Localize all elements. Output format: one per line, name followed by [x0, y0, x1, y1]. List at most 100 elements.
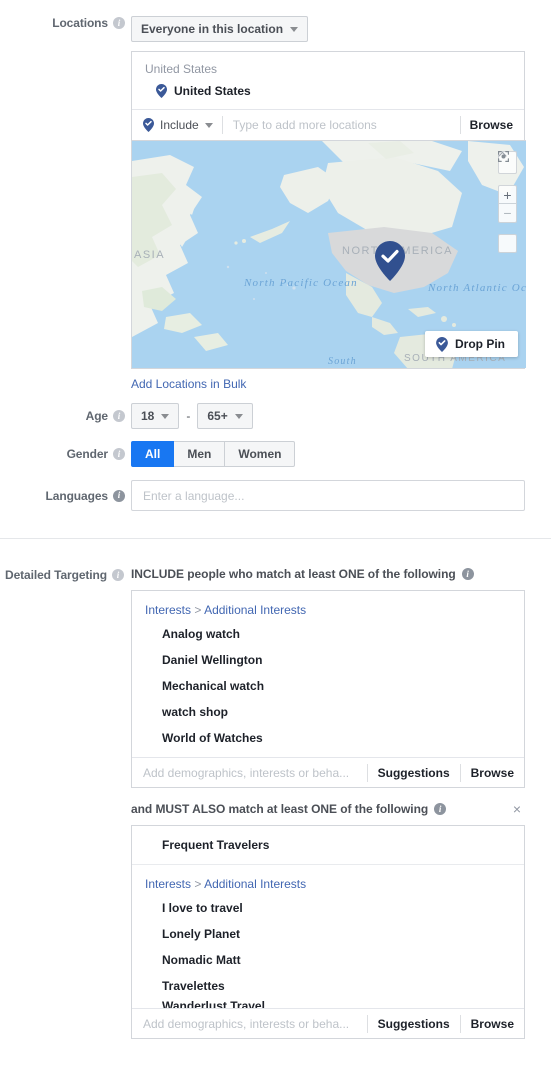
list-item[interactable]: Lonely Planet [132, 921, 524, 947]
close-icon[interactable]: × [509, 802, 525, 816]
breadcrumb-leaf: Additional Interests [204, 603, 307, 617]
selected-location-item[interactable]: United States [132, 80, 524, 109]
detailed-targeting-label: Detailed Targeting [5, 568, 107, 582]
browse-button[interactable]: Browse [461, 1017, 524, 1031]
include-targeting-list: Interests > Additional Interests Analog … [132, 591, 524, 757]
drop-pin-button[interactable]: Drop Pin [425, 331, 518, 357]
chevron-down-icon [161, 413, 170, 419]
info-icon[interactable]: i [434, 803, 447, 815]
location-scope-dropdown[interactable]: Everyone in this location [131, 16, 309, 42]
gender-toggle-group: All Men Women [131, 441, 296, 467]
gender-label: Gender [66, 447, 109, 461]
map-pin-icon [156, 84, 167, 98]
locations-browse-button[interactable]: Browse [461, 118, 524, 132]
gender-option-all[interactable]: All [131, 441, 175, 467]
info-icon[interactable]: i [113, 448, 125, 460]
list-item[interactable]: Mechanical watch [132, 673, 524, 699]
languages-label-group: Languages i [0, 480, 131, 511]
must-also-targeting-input[interactable] [132, 1016, 367, 1031]
browse-button[interactable]: Browse [461, 766, 524, 780]
languages-control [131, 480, 551, 511]
must-also-heading: and MUST ALSO match at least ONE of the … [131, 802, 509, 816]
locations-label-group: Locations i [0, 16, 131, 30]
breadcrumb[interactable]: Interests > Additional Interests [132, 865, 524, 895]
location-input-row: Include Browse [132, 109, 524, 140]
info-icon[interactable]: i [113, 489, 125, 502]
info-icon[interactable]: i [113, 17, 125, 29]
zoom-in-button[interactable]: + [498, 185, 517, 204]
must-also-input-row: Suggestions Browse [132, 1008, 524, 1038]
locations-panel: United States United States Include Type… [131, 51, 526, 369]
map-pin-icon [436, 337, 448, 352]
selected-location-name: United States [174, 84, 251, 98]
info-icon[interactable]: i [112, 569, 124, 581]
must-also-row: and MUST ALSO match at least ONE of the … [131, 802, 525, 816]
age-range-separator: - [186, 409, 191, 423]
breadcrumb-leaf: Additional Interests [204, 877, 307, 891]
map-pin-icon [143, 118, 154, 132]
breadcrumb-root: Interests [145, 877, 192, 891]
age-min-value: 18 [141, 409, 155, 423]
expand-icon-button[interactable] [498, 151, 517, 253]
detailed-targeting-row: Detailed Targeting i INCLUDE people who … [0, 567, 551, 1039]
breadcrumb[interactable]: Interests > Additional Interests [132, 591, 524, 621]
map-controls: + − [498, 151, 517, 253]
list-item[interactable]: watch shop [132, 699, 524, 725]
age-max-value: 65+ [207, 409, 228, 423]
list-item[interactable]: Analog watch [132, 621, 524, 647]
location-scope-value: Everyone in this location [141, 22, 284, 36]
include-heading-text: INCLUDE people who match at least ONE of… [131, 567, 456, 581]
location-group-title: United States [145, 62, 218, 76]
must-also-targeting-list: Frequent Travelers Interests > Additiona… [132, 826, 524, 1008]
info-icon[interactable]: i [461, 568, 474, 580]
location-map[interactable]: ASIA NORTH AMERICA SOUTH AMERICA North P… [132, 140, 526, 368]
include-dropdown[interactable]: Include [132, 110, 222, 140]
drop-pin-label: Drop Pin [455, 337, 505, 351]
list-item[interactable]: Nomadic Matt [132, 947, 524, 973]
suggestions-button[interactable]: Suggestions [368, 766, 460, 780]
locations-control: Everyone in this location United States … [131, 16, 551, 393]
age-min-dropdown[interactable]: 18 [131, 403, 180, 429]
gender-option-women[interactable]: Women [225, 441, 296, 467]
breadcrumb-separator: > [194, 603, 202, 617]
zoom-out-button[interactable]: − [498, 204, 517, 223]
include-targeting-box: Interests > Additional Interests Analog … [131, 590, 525, 788]
chevron-down-icon [234, 413, 243, 419]
breadcrumb-root: Interests [145, 603, 192, 617]
age-label-group: Age i [0, 403, 131, 429]
list-item[interactable]: Frequent Travelers [132, 826, 524, 858]
chevron-down-icon [204, 122, 213, 128]
list-item[interactable]: I love to travel [132, 895, 524, 921]
age-label: Age [85, 409, 108, 423]
list-item[interactable]: Travelettes [132, 973, 524, 999]
locations-row: Locations i Everyone in this location Un… [0, 0, 551, 393]
location-search-input[interactable] [222, 118, 460, 132]
chevron-down-icon [290, 26, 299, 32]
age-control: 18 - 65+ [131, 403, 551, 429]
list-item[interactable]: Wanderlust Travel [132, 999, 524, 1008]
languages-row: Languages i [0, 480, 551, 511]
include-label: Include [160, 118, 199, 132]
add-locations-bulk-link[interactable]: Add Locations in Bulk [131, 377, 246, 391]
age-row: Age i 18 - 65+ [0, 403, 551, 429]
list-item[interactable]: World of Watches [132, 725, 524, 757]
languages-input[interactable] [131, 480, 525, 511]
section-divider [0, 538, 551, 539]
languages-label: Languages [45, 488, 109, 503]
include-heading: INCLUDE people who match at least ONE of… [131, 567, 551, 581]
detailed-targeting-label-group: Detailed Targeting i [0, 567, 131, 583]
gender-option-men[interactable]: Men [174, 441, 226, 467]
suggestions-button[interactable]: Suggestions [368, 1017, 460, 1031]
clipped-list-item-viewport: Wanderlust Travel [132, 999, 524, 1008]
gender-label-group: Gender i [0, 441, 131, 467]
list-item[interactable]: Daniel Wellington [132, 647, 524, 673]
include-targeting-input[interactable] [132, 765, 367, 780]
locations-label: Locations [52, 16, 108, 30]
include-input-row: Suggestions Browse [132, 757, 524, 787]
age-max-dropdown[interactable]: 65+ [197, 403, 253, 429]
must-also-heading-text: and MUST ALSO match at least ONE of the … [131, 802, 429, 816]
breadcrumb-separator: > [194, 877, 202, 891]
detailed-targeting-control: INCLUDE people who match at least ONE of… [131, 567, 551, 1039]
audience-targeting-panel: Locations i Everyone in this location Un… [0, 0, 551, 1039]
info-icon[interactable]: i [113, 410, 125, 422]
